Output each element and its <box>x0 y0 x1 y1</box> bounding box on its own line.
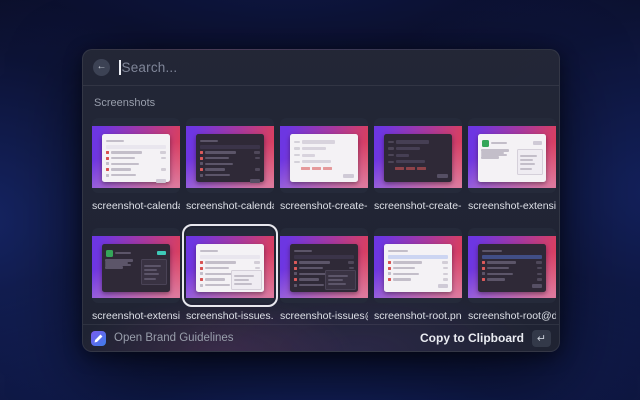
thumbnail-filename: screenshot-root.png <box>374 310 462 322</box>
screenshot-thumbnail[interactable] <box>468 228 556 303</box>
thumbnail-filename: screenshot-issues.png <box>186 310 274 322</box>
screenshot-thumbnail[interactable] <box>280 228 368 303</box>
screenshot-grid-item: screenshot-issues@d... <box>280 228 368 322</box>
thumbnail-image <box>92 126 180 188</box>
screenshot-thumbnail[interactable] <box>92 228 180 303</box>
screenshot-grid-item: screenshot-issues.png <box>186 228 274 322</box>
text-caret <box>119 60 121 75</box>
brand-pencil-icon <box>91 331 106 346</box>
screenshot-grid-item: screenshot-create-pr... <box>280 118 368 212</box>
thumbnail-image <box>374 236 462 298</box>
header-divider <box>83 85 559 86</box>
footer-bar: Open Brand Guidelines Copy to Clipboard … <box>83 324 559 351</box>
screenshot-thumbnail[interactable] <box>280 118 368 193</box>
thumbnail-image <box>468 126 556 188</box>
screenshot-thumbnail[interactable] <box>186 118 274 193</box>
screenshot-grid-item: screenshot-calendar... <box>186 118 274 212</box>
screenshot-grid-item: screenshot-calendar.... <box>92 118 180 212</box>
screenshot-grid-item: screenshot-create-pr... <box>374 118 462 212</box>
copy-to-clipboard-label[interactable]: Copy to Clipboard <box>420 331 524 345</box>
thumbnail-filename: screenshot-extension... <box>92 310 180 322</box>
screenshot-grid-item: screenshot-root.png <box>374 228 462 322</box>
thumbnail-filename: screenshot-calendar.... <box>92 200 180 212</box>
thumbnail-filename: screenshot-root@dar... <box>468 310 556 322</box>
section-title: Screenshots <box>94 97 559 109</box>
screenshot-thumbnail[interactable] <box>186 228 274 303</box>
screenshot-thumbnail[interactable] <box>468 118 556 193</box>
enter-key-icon: ↵ <box>537 332 546 345</box>
thumbnail-image <box>186 236 274 298</box>
command-palette-window: ← Search... Screenshots screenshot-calen… <box>82 49 560 352</box>
pencil-icon <box>94 334 103 343</box>
thumbnail-filename: screenshot-create-pr... <box>280 200 368 212</box>
thumbnail-image <box>92 236 180 298</box>
screenshot-grid: screenshot-calendar.... screenshot-calend… <box>83 109 559 322</box>
arrow-left-icon: ← <box>97 61 107 72</box>
screenshot-grid-item: screenshot-extension... <box>468 118 556 212</box>
screenshot-thumbnail[interactable] <box>374 118 462 193</box>
thumbnail-filename: screenshot-calendar... <box>186 200 274 212</box>
open-brand-guidelines-label[interactable]: Open Brand Guidelines <box>114 332 234 344</box>
screenshot-grid-item: screenshot-extension... <box>92 228 180 322</box>
thumbnail-filename: screenshot-create-pr... <box>374 200 462 212</box>
thumbnail-filename: screenshot-issues@d... <box>280 310 368 322</box>
thumbnail-image <box>280 126 368 188</box>
screenshot-grid-item: screenshot-root@dar... <box>468 228 556 322</box>
back-button[interactable]: ← <box>93 59 110 76</box>
search-input[interactable]: Search... <box>122 60 178 75</box>
thumbnail-image <box>468 236 556 298</box>
enter-keycap[interactable]: ↵ <box>532 330 551 347</box>
screenshot-thumbnail[interactable] <box>92 118 180 193</box>
thumbnail-image <box>280 236 368 298</box>
search-bar[interactable]: ← Search... <box>83 50 559 85</box>
thumbnail-image <box>374 126 462 188</box>
screenshot-thumbnail[interactable] <box>374 228 462 303</box>
thumbnail-image <box>186 126 274 188</box>
thumbnail-filename: screenshot-extension... <box>468 200 556 212</box>
